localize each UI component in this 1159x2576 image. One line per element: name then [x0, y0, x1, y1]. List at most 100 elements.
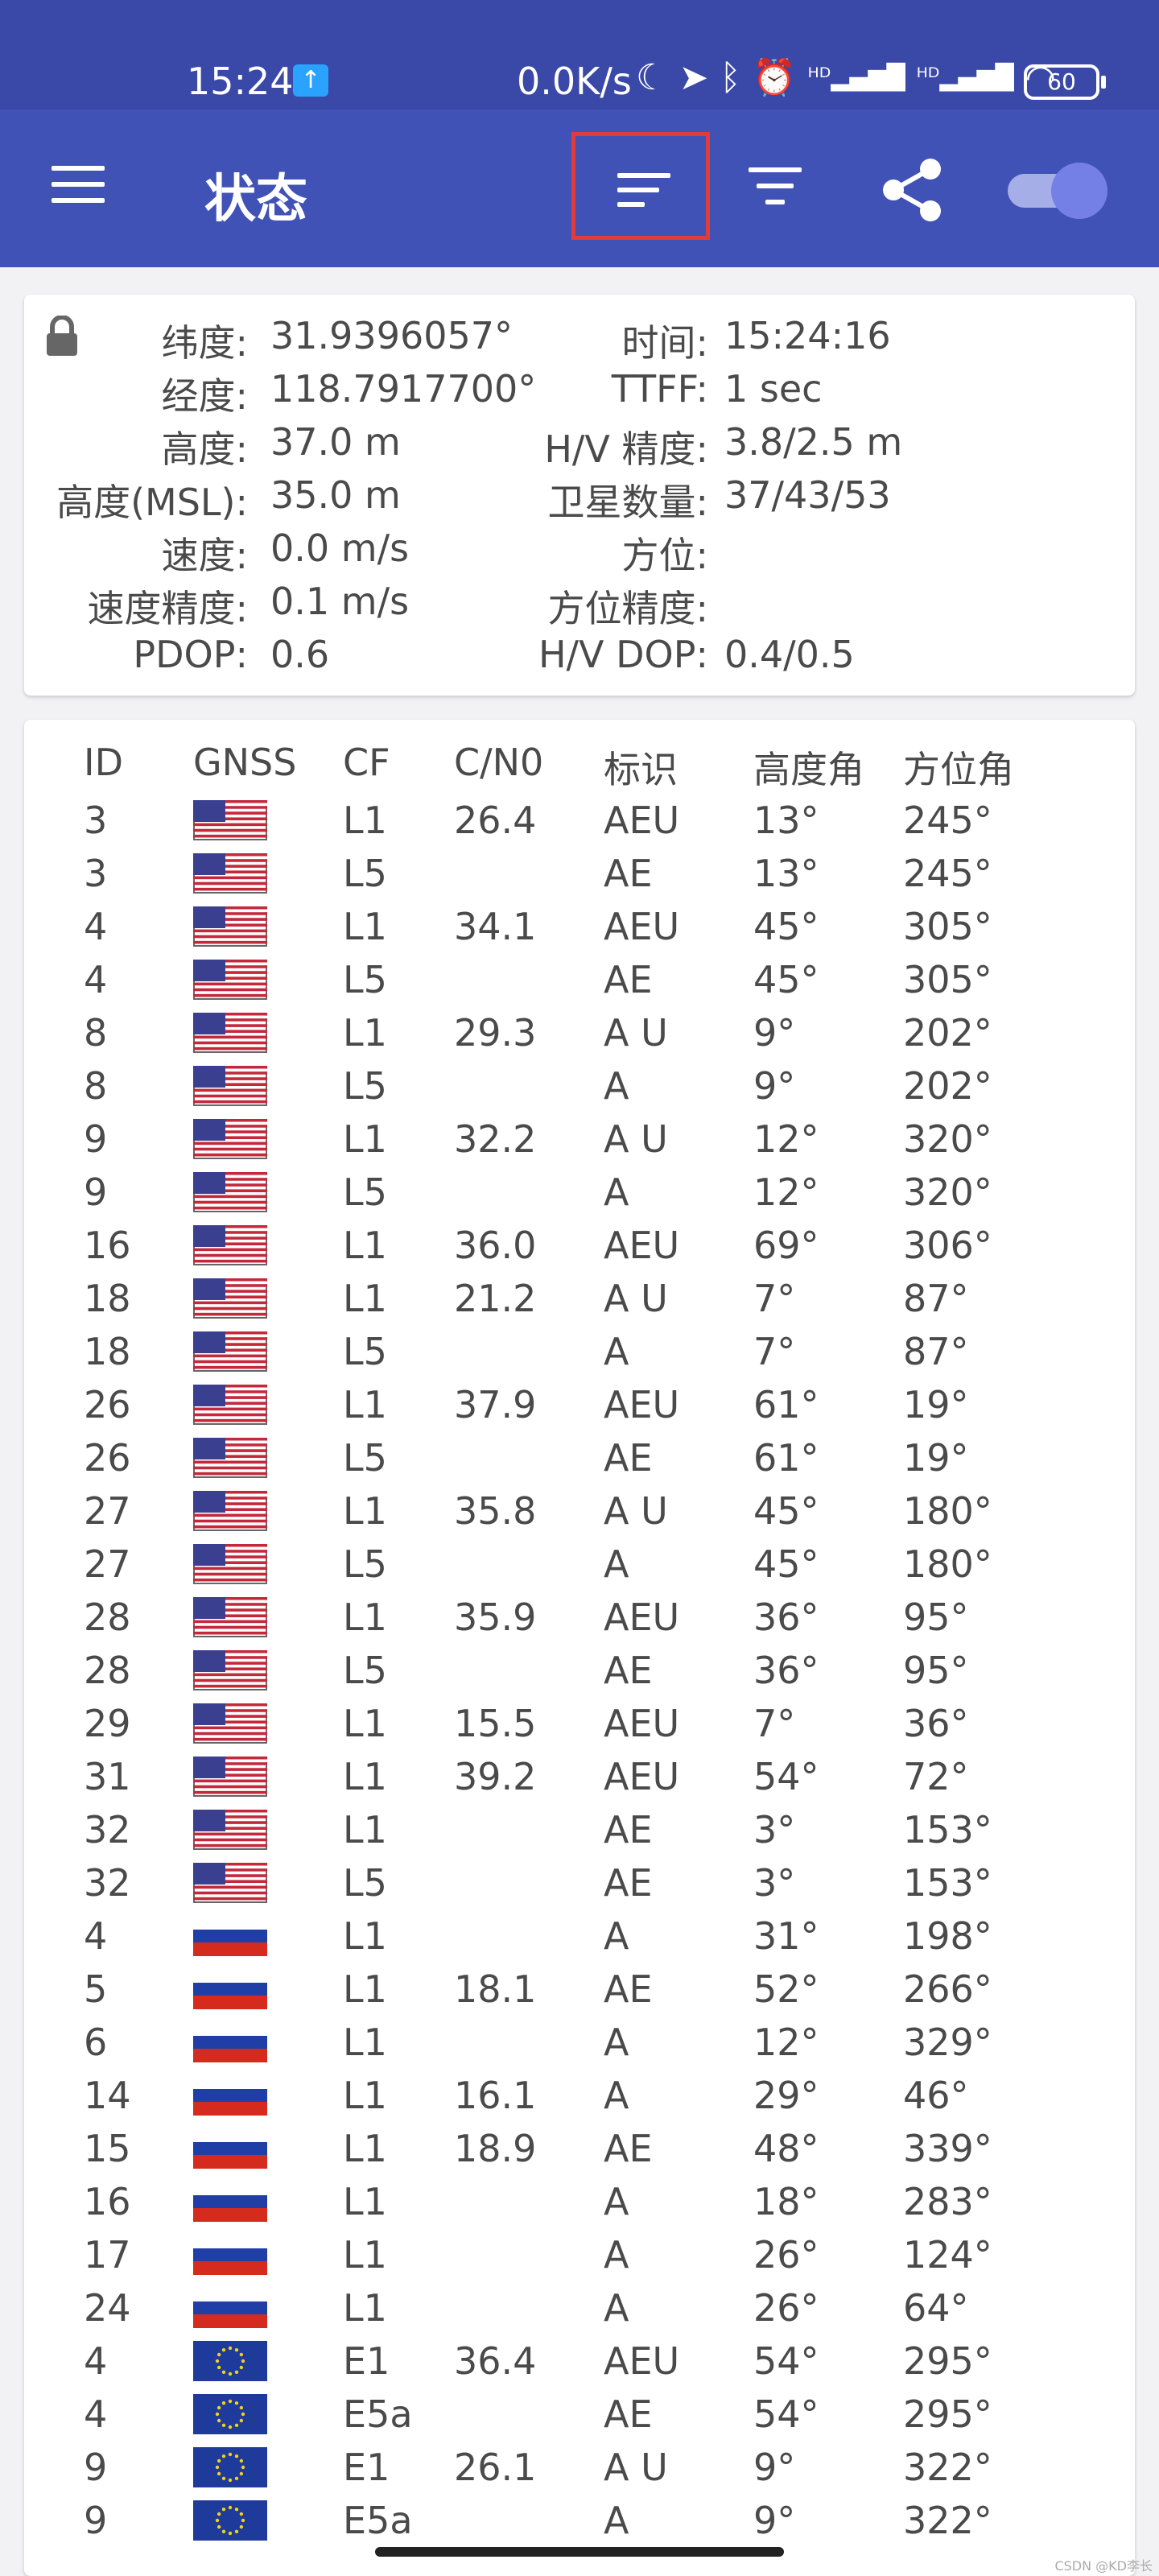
info-value: 0.4/0.5: [724, 633, 855, 676]
cell-id: 4: [84, 905, 108, 948]
table-row[interactable]: 9 L1 32.2 A U 12° 320°: [24, 1111, 1135, 1164]
table-row[interactable]: 29 L1 15.5 AEU 7° 36°: [24, 1695, 1135, 1748]
cell-azimuth: 305°: [903, 905, 992, 948]
cell-cf: L1: [343, 1011, 387, 1055]
table-row[interactable]: 17 L1 A 26° 124°: [24, 2227, 1135, 2280]
usa-flag-icon: [193, 1013, 267, 1053]
table-row[interactable]: 16 L1 A 18° 283°: [24, 2174, 1135, 2227]
table-row[interactable]: 28 L5 AE 36° 95°: [24, 1642, 1135, 1695]
page-title: 状态: [204, 170, 307, 229]
table-row[interactable]: 31 L1 39.2 AEU 54° 72°: [24, 1748, 1135, 1802]
table-row[interactable]: 9 E1 26.1 A U 9° 322°: [24, 2439, 1135, 2492]
cell-azimuth: 87°: [903, 1330, 969, 1373]
header-cn0[interactable]: C/N0: [454, 741, 543, 784]
table-row[interactable]: 3 L1 26.4 AEU 13° 245°: [24, 792, 1135, 845]
cell-azimuth: 306°: [903, 1224, 992, 1267]
cell-flags: AE: [604, 2392, 653, 2436]
header-id[interactable]: ID: [84, 741, 123, 784]
eu-flag-icon: [193, 2447, 267, 2487]
cell-cf: L1: [343, 2233, 387, 2277]
cell-flags: A: [604, 2021, 629, 2064]
home-indicator[interactable]: [375, 2547, 784, 2557]
table-row[interactable]: 26 L1 37.9 AEU 61° 19°: [24, 1377, 1135, 1430]
table-row[interactable]: 27 L1 35.8 A U 45° 180°: [24, 1483, 1135, 1536]
cell-azimuth: 245°: [903, 852, 992, 895]
cell-elevation: 7°: [753, 1330, 796, 1373]
cell-id: 9: [84, 1170, 108, 1214]
table-row[interactable]: 6 L1 A 12° 329°: [24, 2014, 1135, 2067]
cell-cn0: 26.4: [454, 799, 537, 842]
eu-flag-icon: [193, 2394, 267, 2434]
cell-cn0: 26.1: [454, 2446, 537, 2489]
usa-flag-icon: [193, 1650, 267, 1690]
cell-elevation: 13°: [753, 852, 819, 895]
table-row[interactable]: 4 L1 34.1 AEU 45° 305°: [24, 898, 1135, 952]
cell-elevation: 36°: [753, 1649, 819, 1692]
usa-flag-icon: [193, 1278, 267, 1319]
table-row[interactable]: 4 L1 A 31° 198°: [24, 1908, 1135, 1961]
signal-hd-icon-2: ᴴᴰ▂▄▆█: [916, 63, 1014, 92]
table-row[interactable]: 26 L5 AE 61° 19°: [24, 1430, 1135, 1483]
header-flags[interactable]: 标识: [604, 741, 678, 794]
info-label: 速度精度:: [87, 587, 249, 630]
table-row[interactable]: 32 L1 AE 3° 153°: [24, 1802, 1135, 1855]
cell-azimuth: 329°: [903, 2021, 992, 2064]
table-row[interactable]: 14 L1 16.1 A 29° 46°: [24, 2067, 1135, 2120]
table-row[interactable]: 32 L5 AE 3° 153°: [24, 1855, 1135, 1908]
info-label: PDOP:: [133, 633, 248, 676]
info-label: 方位精度:: [547, 587, 709, 630]
usa-flag-icon: [193, 1703, 267, 1744]
table-row[interactable]: 15 L1 18.9 AE 48° 339°: [24, 2120, 1135, 2174]
menu-icon[interactable]: [52, 166, 105, 214]
cell-cf: E1: [343, 2446, 390, 2489]
russia-flag-icon: [193, 2235, 267, 2275]
header-azimuth[interactable]: 方位角: [903, 741, 1014, 794]
toggle-switch[interactable]: [1008, 163, 1107, 219]
cell-cn0: 37.9: [454, 1383, 537, 1426]
share-icon[interactable]: [877, 155, 948, 225]
cell-elevation: 9°: [753, 2499, 796, 2542]
table-row[interactable]: 9 E5a A 9° 322°: [24, 2492, 1135, 2545]
cell-cf: L5: [343, 958, 387, 1001]
signal-hd-icon: ᴴᴰ▂▄▆█: [807, 63, 905, 92]
header-cf[interactable]: CF: [343, 741, 390, 784]
table-row[interactable]: 4 E1 36.4 AEU 54° 295°: [24, 2333, 1135, 2386]
usa-flag-icon: [193, 853, 267, 894]
cell-cn0: 21.2: [454, 1277, 537, 1320]
cell-id: 32: [84, 1861, 131, 1905]
header-gnss[interactable]: GNSS: [193, 741, 296, 784]
info-row: 速度: 0.0 m/s 方位:: [24, 526, 1135, 577]
table-row[interactable]: 27 L5 A 45° 180°: [24, 1536, 1135, 1589]
table-row[interactable]: 28 L1 35.9 AEU 36° 95°: [24, 1589, 1135, 1642]
table-row[interactable]: 4 E5a AE 54° 295°: [24, 2386, 1135, 2439]
table-row[interactable]: 3 L5 AE 13° 245°: [24, 845, 1135, 898]
cell-id: 32: [84, 1808, 131, 1852]
location-info-card: 纬度: 31.9396057° 时间: 15:24:16 经度: 118.7917700°…: [24, 295, 1135, 696]
info-row: 速度精度: 0.1 m/s 方位精度:: [24, 580, 1135, 630]
cell-cn0: 35.9: [454, 1596, 537, 1639]
table-row[interactable]: 8 L1 29.3 A U 9° 202°: [24, 1005, 1135, 1058]
cell-id: 3: [84, 852, 108, 895]
table-row[interactable]: 16 L1 36.0 AEU 69° 306°: [24, 1217, 1135, 1270]
table-row[interactable]: 5 L1 18.1 AE 52° 266°: [24, 1961, 1135, 2014]
table-row[interactable]: 18 L1 21.2 A U 7° 87°: [24, 1270, 1135, 1323]
cell-elevation: 61°: [753, 1436, 819, 1480]
header-elevation[interactable]: 高度角: [753, 741, 864, 794]
filter-icon[interactable]: [747, 167, 803, 216]
table-row[interactable]: 9 L5 A 12° 320°: [24, 1164, 1135, 1217]
cell-elevation: 54°: [753, 2339, 819, 2383]
cell-id: 24: [84, 2286, 131, 2330]
cell-azimuth: 198°: [903, 1914, 992, 1958]
table-row[interactable]: 8 L5 A 9° 202°: [24, 1058, 1135, 1111]
cell-id: 15: [84, 2127, 131, 2170]
cell-id: 4: [84, 2392, 108, 2436]
cell-id: 8: [84, 1064, 108, 1108]
table-row[interactable]: 4 L5 AE 45° 305°: [24, 952, 1135, 1005]
cell-cn0: 32.2: [454, 1117, 537, 1161]
sort-button[interactable]: [571, 132, 710, 240]
table-row[interactable]: 18 L5 A 7° 87°: [24, 1323, 1135, 1377]
table-row[interactable]: 24 L1 A 26° 64°: [24, 2280, 1135, 2333]
sort-icon: [617, 173, 670, 217]
cell-flags: AE: [604, 1808, 653, 1852]
info-label: 高度:: [161, 427, 249, 471]
